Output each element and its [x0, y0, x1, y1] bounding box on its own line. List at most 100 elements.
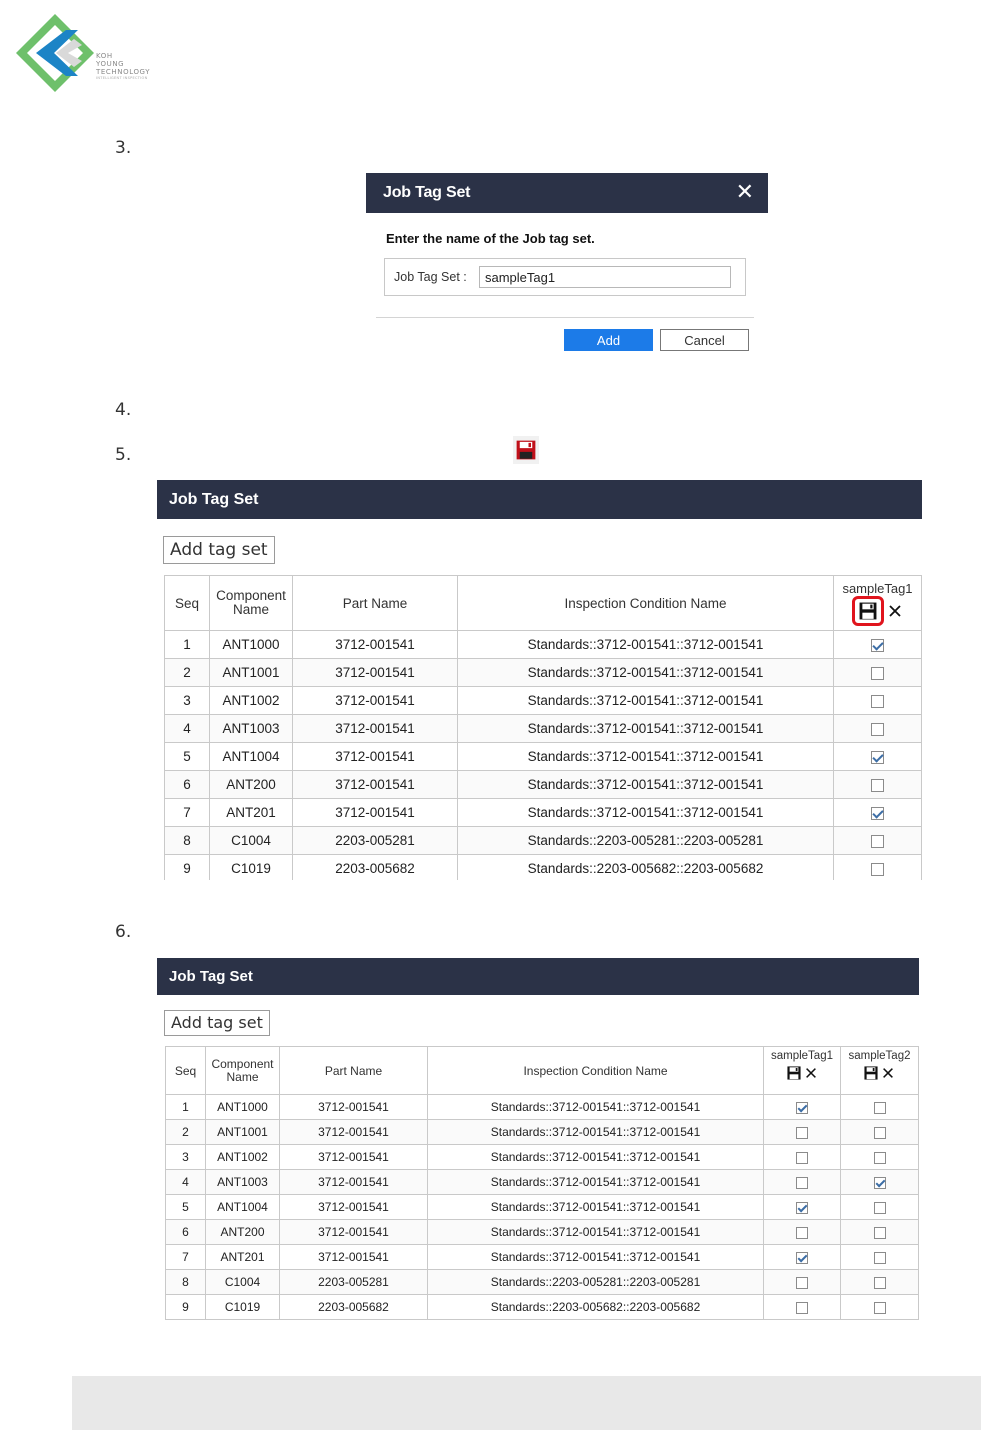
cell-part-name: 3712-001541	[279, 1194, 428, 1220]
table-row: 6 ANT200 3712-001541 Standards::3712-001541…	[165, 1219, 919, 1245]
step-number-4: 4.	[115, 400, 132, 420]
cell-tag-checkbox	[833, 630, 922, 659]
tag-checkbox[interactable]	[873, 1276, 886, 1289]
delete-tag-icon[interactable]	[804, 1066, 818, 1080]
cell-part-name: 3712-001541	[279, 1119, 428, 1145]
tag-checkbox[interactable]	[871, 722, 884, 736]
col-inspection-condition-name: Inspection Condition Name	[427, 1046, 764, 1095]
tag-checkbox[interactable]	[871, 778, 884, 792]
logo-mark-icon	[16, 14, 94, 92]
cell-component-name: ANT1003	[209, 714, 293, 743]
cell-inspection-condition-name: Standards::3712-001541::3712-001541	[427, 1094, 764, 1120]
close-icon[interactable]: ✕	[736, 182, 754, 204]
cell-tag-checkbox	[763, 1219, 841, 1245]
cell-inspection-condition-name: Standards::2203-005281::2203-005281	[457, 826, 834, 855]
tag-checkbox[interactable]	[871, 834, 884, 848]
tag-checkbox[interactable]	[873, 1126, 886, 1139]
job-tag-set-panel-1: Job Tag Set Add tag set Seq Component Na…	[157, 480, 922, 880]
cancel-button[interactable]: Cancel	[660, 329, 749, 351]
cell-part-name: 3712-001541	[292, 714, 458, 743]
tag-name: sampleTag1	[842, 581, 913, 596]
cell-component-name: ANT1001	[209, 658, 293, 687]
tag-actions	[787, 1066, 818, 1080]
cell-seq: 5	[164, 742, 210, 771]
table-row: 7 ANT201 3712-001541 Standards::3712-001541…	[165, 1244, 919, 1270]
tag-checkbox[interactable]	[796, 1101, 808, 1114]
tag-checkbox[interactable]	[873, 1251, 886, 1264]
koh-young-logo: KOH YOUNG TECHNOLOGY INTELLIGENT INSPECT…	[16, 12, 186, 94]
tag-name-input[interactable]	[479, 266, 731, 288]
cell-seq: 2	[164, 658, 210, 687]
tag-checkbox[interactable]	[796, 1251, 808, 1264]
cell-tag-checkbox	[833, 826, 922, 855]
delete-tag-icon[interactable]	[887, 603, 903, 619]
tag-actions	[852, 596, 903, 626]
save-tag-icon[interactable]	[852, 596, 884, 626]
tag-checkbox[interactable]	[796, 1176, 808, 1189]
tag-checkbox[interactable]	[871, 666, 884, 680]
tag-checkbox[interactable]	[873, 1226, 886, 1239]
cell-component-name: ANT1004	[205, 1194, 280, 1220]
tag-checkbox[interactable]	[873, 1101, 886, 1114]
cell-seq: 7	[165, 1244, 206, 1270]
cell-tag-checkbox	[840, 1144, 919, 1170]
col-tag-sampletag1: sampleTag1	[763, 1046, 841, 1095]
table-row: 3 ANT1002 3712-001541 Standards::3712-00154…	[164, 686, 922, 715]
tag-checkbox[interactable]	[796, 1151, 808, 1164]
cell-tag-checkbox	[763, 1144, 841, 1170]
tag-checkbox[interactable]	[796, 1226, 808, 1239]
step-number-3: 3.	[115, 138, 132, 158]
tag-checkbox[interactable]	[871, 750, 884, 764]
floppy-disk-icon	[859, 602, 877, 620]
add-tag-set-button[interactable]: Add tag set	[164, 1010, 270, 1036]
cell-seq: 8	[165, 1269, 206, 1295]
tag-checkbox[interactable]	[873, 1201, 886, 1214]
tag-checkbox[interactable]	[871, 638, 884, 652]
add-button[interactable]: Add	[564, 329, 653, 351]
cell-tag-checkbox	[763, 1119, 841, 1145]
cell-component-name: ANT1002	[209, 686, 293, 715]
cell-seq: 3	[164, 686, 210, 715]
tag-checkbox[interactable]	[796, 1276, 808, 1289]
cell-seq: 6	[164, 770, 210, 799]
step-number-5: 5.	[115, 445, 132, 465]
tag-checkbox[interactable]	[796, 1126, 808, 1139]
tag-checkbox[interactable]	[796, 1201, 808, 1214]
tag-checkbox[interactable]	[873, 1301, 886, 1314]
tag-checkbox[interactable]	[871, 806, 884, 820]
add-tag-set-button[interactable]: Add tag set	[163, 536, 275, 564]
cell-inspection-condition-name: Standards::2203-005682::2203-005682	[457, 854, 834, 880]
col-component-name: Component Name	[205, 1046, 280, 1095]
save-tag-icon[interactable]	[864, 1066, 878, 1080]
cell-tag-checkbox	[840, 1244, 919, 1270]
col-inspection-condition-name: Inspection Condition Name	[457, 575, 834, 631]
tag-checkbox[interactable]	[873, 1176, 886, 1189]
dialog-prompt: Enter the name of the Job tag set.	[386, 231, 595, 246]
cell-seq: 4	[165, 1169, 206, 1195]
dialog-title: Job Tag Set	[383, 184, 471, 201]
cell-part-name: 3712-001541	[292, 658, 458, 687]
save-icon	[513, 436, 539, 464]
delete-tag-icon[interactable]	[881, 1066, 895, 1080]
cell-inspection-condition-name: Standards::3712-001541::3712-001541	[427, 1144, 764, 1170]
save-tag-icon[interactable]	[787, 1066, 801, 1080]
cell-component-name: ANT1004	[209, 742, 293, 771]
col-component-name-label: Component Name	[211, 1056, 274, 1084]
cell-component-name: C1004	[205, 1269, 280, 1295]
cell-part-name: 3712-001541	[279, 1094, 428, 1120]
tag-checkbox[interactable]	[871, 694, 884, 708]
job-tag-set-dialog: Job Tag Set ✕ Enter the name of the Job …	[366, 173, 768, 359]
tag-checkbox[interactable]	[796, 1301, 808, 1314]
tag-table: Seq Component Name Part Name Inspection …	[165, 1046, 919, 1320]
cell-inspection-condition-name: Standards::3712-001541::3712-001541	[427, 1244, 764, 1270]
cell-component-name: C1004	[209, 826, 293, 855]
cell-part-name: 3712-001541	[292, 798, 458, 827]
cell-tag-checkbox	[833, 686, 922, 715]
tag-table: Seq Component Name Part Name Inspection …	[164, 575, 922, 880]
tag-checkbox[interactable]	[873, 1151, 886, 1164]
table-row: 8 C1004 2203-005281 Standards::2203-005281:…	[165, 1269, 919, 1295]
cell-seq: 9	[165, 1294, 206, 1320]
table-header-row: Seq Component Name Part Name Inspection …	[165, 1046, 919, 1095]
table-row: 1 ANT1000 3712-001541 Standards::3712-00154…	[165, 1094, 919, 1120]
tag-checkbox[interactable]	[871, 862, 884, 876]
